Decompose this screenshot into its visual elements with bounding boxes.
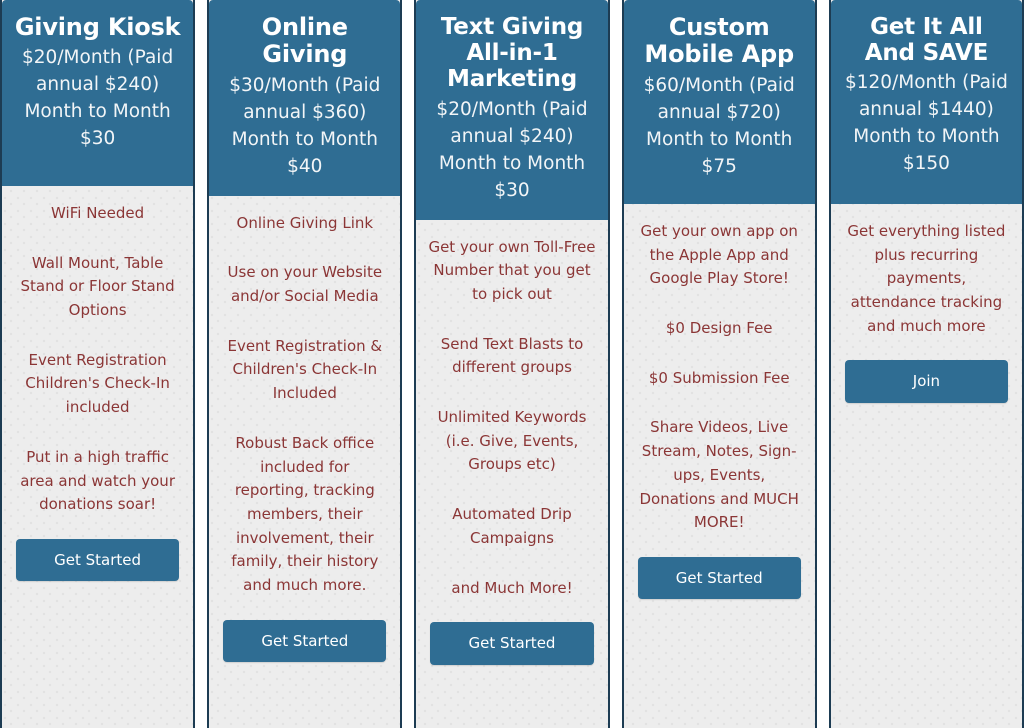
plan-header: Custom Mobile App $60/Month (Paid annual… [623, 0, 815, 204]
plan-title: Custom Mobile App [644, 13, 794, 69]
plan-card-online-giving[interactable]: Online Giving $30/Month (Paid annual $36… [207, 0, 403, 728]
get-started-button[interactable]: Get Started [430, 622, 594, 665]
plan-card-custom-mobile-app[interactable]: Custom Mobile App $60/Month (Paid annual… [621, 0, 817, 728]
plan-feature: Online Giving Link [236, 213, 374, 232]
plan-card-giving-kiosk[interactable]: Giving Kiosk $20/Month (Paid annual $240… [0, 0, 196, 728]
plan-price: $20/Month (Paid annual $240) Month to Mo… [22, 47, 174, 150]
plan-feature: Share Videos, Live Stream, Notes, Sign-u… [639, 418, 799, 532]
pricing-table: Giving Kiosk $20/Month (Paid annual $240… [0, 0, 1024, 728]
plan-feature: Event Registration & Children's Check-In… [227, 336, 383, 403]
plan-price: $60/Month (Paid annual $720) Month to Mo… [643, 74, 795, 177]
plan-feature: Unlimited Keywords (i.e. Give, Events, G… [437, 408, 587, 474]
plan-card-text-giving[interactable]: Text Giving All-in-1 Marketing $20/Month… [414, 0, 610, 728]
plan-title: Giving Kiosk [14, 13, 181, 41]
plan-header: Get It All And SAVE $120/Month (Paid ann… [830, 0, 1023, 204]
plan-body: Online Giving Link Use on your Website a… [209, 196, 400, 728]
get-started-button[interactable]: Get Started [16, 538, 180, 582]
plan-title: Get It All And SAVE [864, 14, 989, 67]
plan-header: Giving Kiosk $20/Month (Paid annual $240… [2, 0, 194, 186]
plan-feature: $0 Submission Fee [648, 368, 790, 387]
plan-card-get-it-all-and-save[interactable]: Get It All And SAVE $120/Month (Paid ann… [828, 0, 1024, 728]
plan-feature: Automated Drip Campaigns [452, 505, 572, 547]
plan-header: Online Giving $30/Month (Paid annual $36… [209, 0, 401, 196]
join-button[interactable]: Join [844, 360, 1009, 403]
plan-title: Online Giving [261, 13, 348, 69]
plan-feature: Get your own app on the Apple App and Go… [640, 222, 798, 288]
plan-feature: Put in a high traffic area and watch you… [20, 447, 175, 514]
plan-feature: Get your own Toll-Free Number that you g… [428, 237, 596, 304]
plan-body: WiFi Needed Wall Mount, Table Stand or F… [2, 186, 193, 728]
get-started-button[interactable]: Get Started [637, 556, 801, 600]
plan-feature: Get everything listed plus recurring pay… [847, 222, 1006, 335]
plan-feature: Send Text Blasts to different groups [440, 334, 584, 377]
plan-feature: Wall Mount, Table Stand or Floor Stand O… [20, 253, 175, 320]
plan-body: Get your own Toll-Free Number that you g… [416, 220, 607, 728]
plan-feature: Event Registration Children's Check-In i… [25, 350, 170, 417]
plan-price: $120/Month (Paid annual $1440) Month to … [844, 72, 1008, 175]
plan-title: Text Giving All-in-1 Marketing [440, 14, 584, 93]
plan-header: Text Giving All-in-1 Marketing $20/Month… [416, 0, 608, 220]
plan-price: $20/Month (Paid annual $240) Month to Mo… [436, 98, 588, 201]
plan-feature: WiFi Needed [51, 204, 145, 222]
plan-body: Get your own app on the Apple App and Go… [624, 204, 815, 728]
get-started-button[interactable]: Get Started [223, 619, 387, 663]
plan-feature: Robust Back office included for reportin… [231, 433, 379, 594]
plan-feature: $0 Design Fee [665, 319, 773, 338]
plan-feature: Use on your Website and/or Social Media [227, 263, 383, 306]
plan-feature: and Much More! [451, 578, 573, 597]
plan-body: Get everything listed plus recurring pay… [831, 204, 1022, 728]
plan-price: $30/Month (Paid annual $360) Month to Mo… [229, 74, 381, 177]
